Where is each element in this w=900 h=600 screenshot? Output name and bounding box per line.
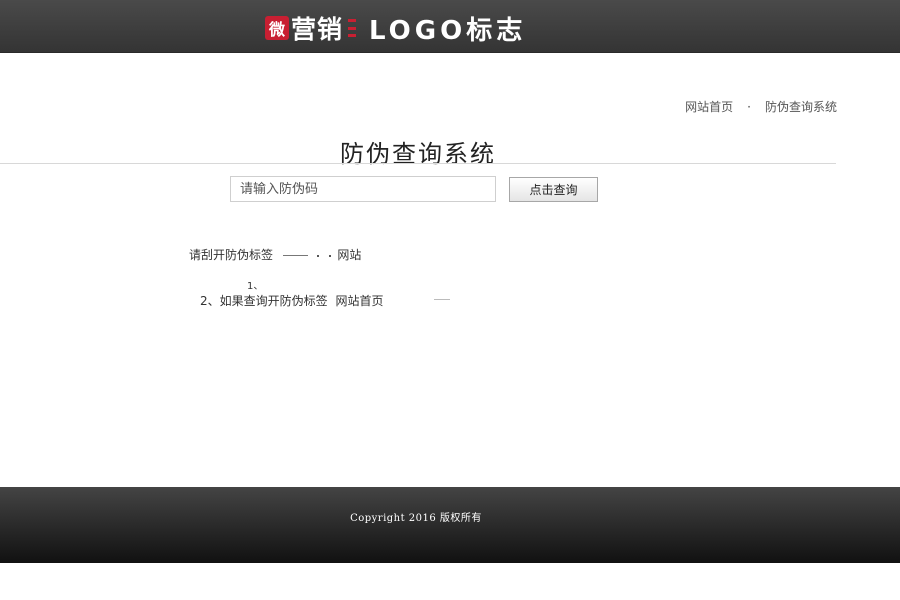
instruction-line-1-prefix: 请刮开防伪标签 [189, 248, 274, 262]
copyright-text: Copyright 2016 版权所有 [350, 513, 482, 524]
site-header: 微 营销 LOGO标志 [0, 0, 900, 53]
site-logo[interactable]: 微 营销 LOGO标志 [265, 11, 527, 46]
instruction-line-3-prefix: 2、如果查询开防伪标签 [200, 294, 328, 308]
website-home-link[interactable]: 网站首页 [335, 294, 383, 308]
logo-text: LOGO标志 [369, 15, 527, 46]
breadcrumb-home-link[interactable]: 网站首页 [685, 98, 733, 115]
instruction-line-2: 1、 [247, 281, 264, 292]
instruction-line-1-suffix: 网站 [337, 248, 362, 262]
breadcrumb-separator: · [747, 99, 751, 114]
query-button[interactable]: 点击查询 [509, 177, 598, 202]
title-divider [0, 163, 836, 164]
breadcrumb: 网站首页 · 防伪查询系统 [685, 98, 837, 115]
anti-counterfeit-code-input[interactable] [230, 176, 496, 202]
logo-prefix: 营销 [291, 15, 344, 44]
dot-icon [316, 254, 319, 257]
faint-dash-icon [282, 255, 308, 256]
logo-stripes-icon [348, 19, 357, 37]
anti-counterfeit-query-page: 微 营销 LOGO标志 网站首页 · 防伪查询系统 防伪查询系统 点击查询 请刮… [0, 0, 900, 600]
instruction-line-3: 2、如果查询开防伪标签 网站首页 [200, 292, 383, 309]
breadcrumb-current-link[interactable]: 防伪查询系统 [765, 98, 837, 115]
logo-badge-icon: 微 [265, 16, 289, 40]
instruction-line-1: 请刮开防伪标签 网站 [189, 246, 361, 263]
dot-icon-secondary [328, 254, 331, 257]
site-footer: Copyright 2016 版权所有 [0, 487, 900, 563]
faint-underline-icon [434, 299, 450, 300]
